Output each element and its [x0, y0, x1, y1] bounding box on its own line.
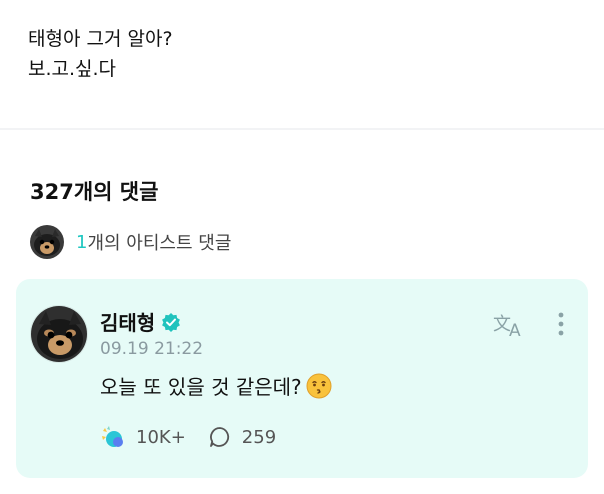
reply-button[interactable]: 259: [208, 425, 276, 449]
reaction-bar: 10K+ 259: [100, 423, 276, 451]
more-vertical-icon[interactable]: [552, 309, 570, 339]
svg-text:A: A: [509, 321, 521, 339]
like-count: 10K+: [136, 426, 186, 448]
translate-icon[interactable]: 文 A: [492, 309, 526, 339]
verified-badge-icon: [162, 312, 181, 332]
comment-text-row: 오늘 또 있을 것 같은데?: [100, 371, 332, 400]
artist-avatar-small: [30, 225, 64, 259]
artist-comment-count: 1: [76, 231, 88, 253]
like-reaction-icon: [102, 426, 123, 447]
kissing-face-emoji: [306, 373, 332, 398]
post-line-1: 태형아 그거 알아?: [28, 28, 173, 50]
comment-count: 327개의 댓글: [30, 180, 159, 204]
comment-text: 오늘 또 있을 것 같은데?: [100, 375, 302, 399]
divider: [0, 128, 604, 130]
comment-timestamp: 09.19 21:22: [100, 339, 204, 359]
like-button[interactable]: 10K+: [100, 425, 186, 449]
author-name[interactable]: 김태형: [100, 307, 155, 336]
reply-bubble-icon: [209, 427, 229, 447]
artist-comment-label: 개의 아티스트 댓글: [87, 233, 232, 254]
post-line-2: 보.고.싶.다: [28, 58, 117, 80]
author-name-row: 김태형: [100, 307, 181, 336]
reply-count: 259: [241, 426, 277, 448]
post-body: 태형아 그거 알아? 보.고.싶.다: [28, 24, 588, 84]
avatar[interactable]: [30, 305, 88, 363]
artist-comment-card: 김태형 09.19 21:22 오늘 또 있을 것 같은데? 文 A 10K+ …: [16, 279, 588, 478]
artist-comments-link[interactable]: 1 개의 아티스트 댓글: [30, 225, 232, 259]
